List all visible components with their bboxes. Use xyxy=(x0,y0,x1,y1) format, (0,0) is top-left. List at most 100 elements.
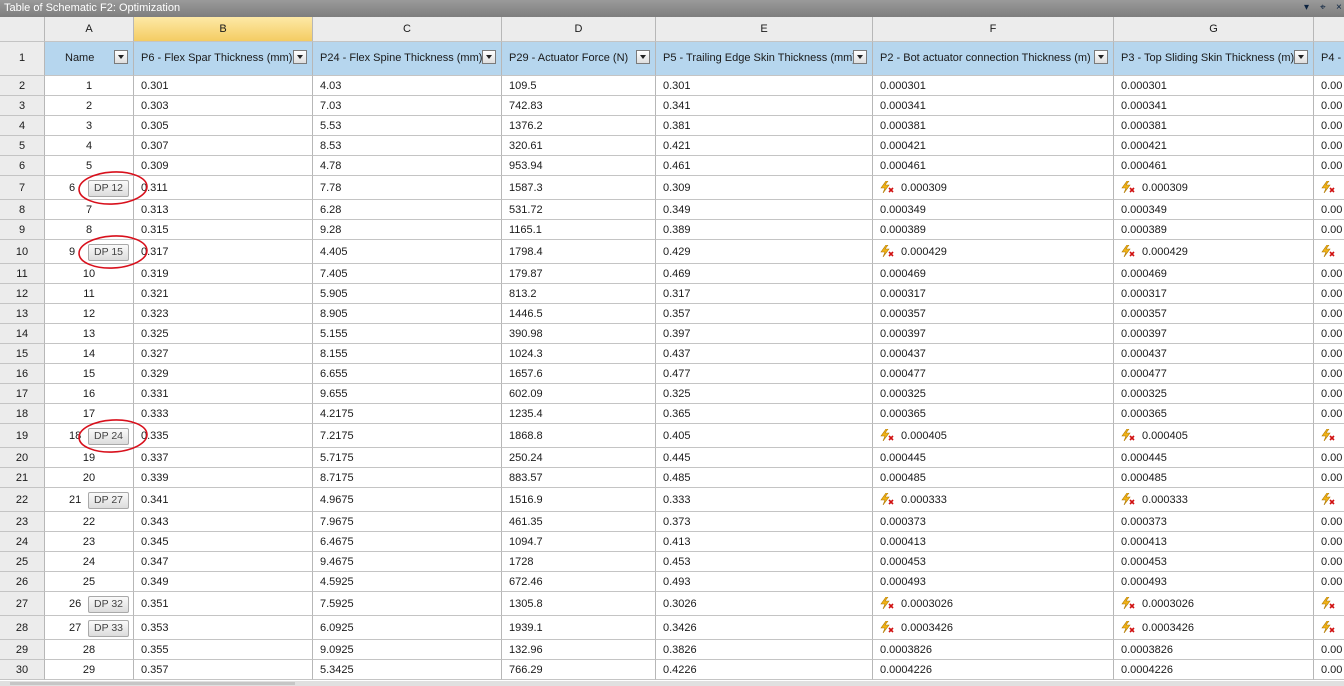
row-number[interactable]: 17 xyxy=(0,384,45,404)
value-cell-b[interactable]: 0.317 xyxy=(134,240,313,264)
value-cell-h[interactable]: 0.00 xyxy=(1314,116,1344,136)
value-cell-h[interactable]: 0.00 xyxy=(1314,448,1344,468)
horizontal-scrollbar[interactable] xyxy=(0,681,1344,686)
value-cell-f[interactable]: 0.000469 xyxy=(873,264,1114,284)
value-cell-b[interactable]: 0.323 xyxy=(134,304,313,324)
value-cell-h[interactable]: 0.00 xyxy=(1314,324,1344,344)
value-cell-g[interactable]: 0.0003026 xyxy=(1114,592,1314,616)
value-cell-f[interactable]: 0.000333 xyxy=(873,488,1114,512)
value-cell-g[interactable]: 0.000429 xyxy=(1114,240,1314,264)
value-cell-c[interactable]: 5.155 xyxy=(313,324,502,344)
row-number[interactable]: 27 xyxy=(0,592,45,616)
value-cell-g[interactable]: 0.0003826 xyxy=(1114,640,1314,660)
value-cell-f[interactable]: 0.000397 xyxy=(873,324,1114,344)
row-number[interactable]: 5 xyxy=(0,136,45,156)
row-number[interactable]: 7 xyxy=(0,176,45,200)
value-cell-d[interactable]: 1094.7 xyxy=(502,532,656,552)
value-cell-h[interactable]: 0.00 xyxy=(1314,136,1344,156)
column-letter-F[interactable]: F xyxy=(873,17,1114,42)
name-cell[interactable]: 28 xyxy=(45,640,134,660)
value-cell-d[interactable]: 1516.9 xyxy=(502,488,656,512)
name-cell[interactable]: 22 xyxy=(45,512,134,532)
value-cell-f[interactable]: 0.000485 xyxy=(873,468,1114,488)
name-cell[interactable]: 12 xyxy=(45,304,134,324)
filter-dropdown-icon[interactable] xyxy=(853,50,867,64)
name-cell[interactable]: 21 DP 27 xyxy=(45,488,134,512)
value-cell-g[interactable]: 0.000397 xyxy=(1114,324,1314,344)
value-cell-d[interactable]: 1939.1 xyxy=(502,616,656,640)
value-cell-d[interactable]: 1798.4 xyxy=(502,240,656,264)
value-cell-e[interactable]: 0.325 xyxy=(656,384,873,404)
name-cell[interactable]: 17 xyxy=(45,404,134,424)
value-cell-b[interactable]: 0.351 xyxy=(134,592,313,616)
row-number[interactable]: 10 xyxy=(0,240,45,264)
value-cell-e[interactable]: 0.301 xyxy=(656,76,873,96)
menu-dropdown-icon[interactable]: ▾ xyxy=(1304,2,1309,13)
value-cell-c[interactable]: 6.0925 xyxy=(313,616,502,640)
value-cell-e[interactable]: 0.421 xyxy=(656,136,873,156)
row-number[interactable]: 16 xyxy=(0,364,45,384)
design-point-badge[interactable]: DP 15 xyxy=(88,244,129,261)
value-cell-f[interactable]: 0.0003426 xyxy=(873,616,1114,640)
column-header[interactable]: P5 - Trailing Edge Skin Thickness (mm) xyxy=(656,42,873,76)
value-cell-d[interactable]: 672.46 xyxy=(502,572,656,592)
value-cell-b[interactable]: 0.303 xyxy=(134,96,313,116)
column-header[interactable]: Name xyxy=(45,42,134,76)
value-cell-h[interactable]: 0.00 xyxy=(1314,572,1344,592)
column-letter-D[interactable]: D xyxy=(502,17,656,42)
value-cell-e[interactable]: 0.461 xyxy=(656,156,873,176)
value-cell-g[interactable]: 0.000357 xyxy=(1114,304,1314,324)
value-cell-c[interactable]: 8.53 xyxy=(313,136,502,156)
name-cell[interactable]: 10 xyxy=(45,264,134,284)
value-cell-c[interactable]: 5.7175 xyxy=(313,448,502,468)
value-cell-b[interactable]: 0.313 xyxy=(134,200,313,220)
value-cell-f[interactable]: 0.0004226 xyxy=(873,660,1114,680)
value-cell-d[interactable]: 1235.4 xyxy=(502,404,656,424)
value-cell-h[interactable] xyxy=(1314,488,1344,512)
column-letter-partial[interactable] xyxy=(1314,17,1344,42)
corner-cell[interactable] xyxy=(0,17,45,42)
value-cell-h[interactable]: 0.00 xyxy=(1314,512,1344,532)
value-cell-f[interactable]: 0.000445 xyxy=(873,448,1114,468)
row-number[interactable]: 26 xyxy=(0,572,45,592)
value-cell-g[interactable]: 0.0004226 xyxy=(1114,660,1314,680)
name-cell[interactable]: 13 xyxy=(45,324,134,344)
value-cell-f[interactable]: 0.000317 xyxy=(873,284,1114,304)
value-cell-e[interactable]: 0.477 xyxy=(656,364,873,384)
value-cell-e[interactable]: 0.3426 xyxy=(656,616,873,640)
value-cell-b[interactable]: 0.357 xyxy=(134,660,313,680)
column-header[interactable]: P2 - Bot actuator connection Thickness (… xyxy=(873,42,1114,76)
row-number[interactable]: 4 xyxy=(0,116,45,136)
value-cell-c[interactable]: 9.0925 xyxy=(313,640,502,660)
value-cell-c[interactable]: 7.5925 xyxy=(313,592,502,616)
value-cell-g[interactable]: 0.000301 xyxy=(1114,76,1314,96)
value-cell-d[interactable]: 883.57 xyxy=(502,468,656,488)
value-cell-e[interactable]: 0.405 xyxy=(656,424,873,448)
value-cell-h[interactable]: 0.00 xyxy=(1314,156,1344,176)
row-number[interactable]: 12 xyxy=(0,284,45,304)
value-cell-b[interactable]: 0.311 xyxy=(134,176,313,200)
value-cell-f[interactable]: 0.000405 xyxy=(873,424,1114,448)
value-cell-f[interactable]: 0.000349 xyxy=(873,200,1114,220)
value-cell-e[interactable]: 0.3826 xyxy=(656,640,873,660)
value-cell-c[interactable]: 7.405 xyxy=(313,264,502,284)
value-cell-c[interactable]: 7.03 xyxy=(313,96,502,116)
value-cell-c[interactable]: 9.655 xyxy=(313,384,502,404)
value-cell-e[interactable]: 0.413 xyxy=(656,532,873,552)
value-cell-d[interactable]: 1165.1 xyxy=(502,220,656,240)
value-cell-d[interactable]: 250.24 xyxy=(502,448,656,468)
value-cell-h[interactable]: 0.00 xyxy=(1314,200,1344,220)
value-cell-b[interactable]: 0.341 xyxy=(134,488,313,512)
value-cell-f[interactable]: 0.000301 xyxy=(873,76,1114,96)
value-cell-g[interactable]: 0.000381 xyxy=(1114,116,1314,136)
column-header[interactable]: P24 - Flex Spine Thickness (mm) xyxy=(313,42,502,76)
value-cell-g[interactable]: 0.000445 xyxy=(1114,448,1314,468)
value-cell-h[interactable] xyxy=(1314,592,1344,616)
column-letter-A[interactable]: A xyxy=(45,17,134,42)
value-cell-e[interactable]: 0.381 xyxy=(656,116,873,136)
value-cell-d[interactable]: 320.61 xyxy=(502,136,656,156)
value-cell-c[interactable]: 5.905 xyxy=(313,284,502,304)
name-cell[interactable]: 16 xyxy=(45,384,134,404)
value-cell-f[interactable]: 0.0003826 xyxy=(873,640,1114,660)
value-cell-h[interactable]: 0.00 xyxy=(1314,304,1344,324)
